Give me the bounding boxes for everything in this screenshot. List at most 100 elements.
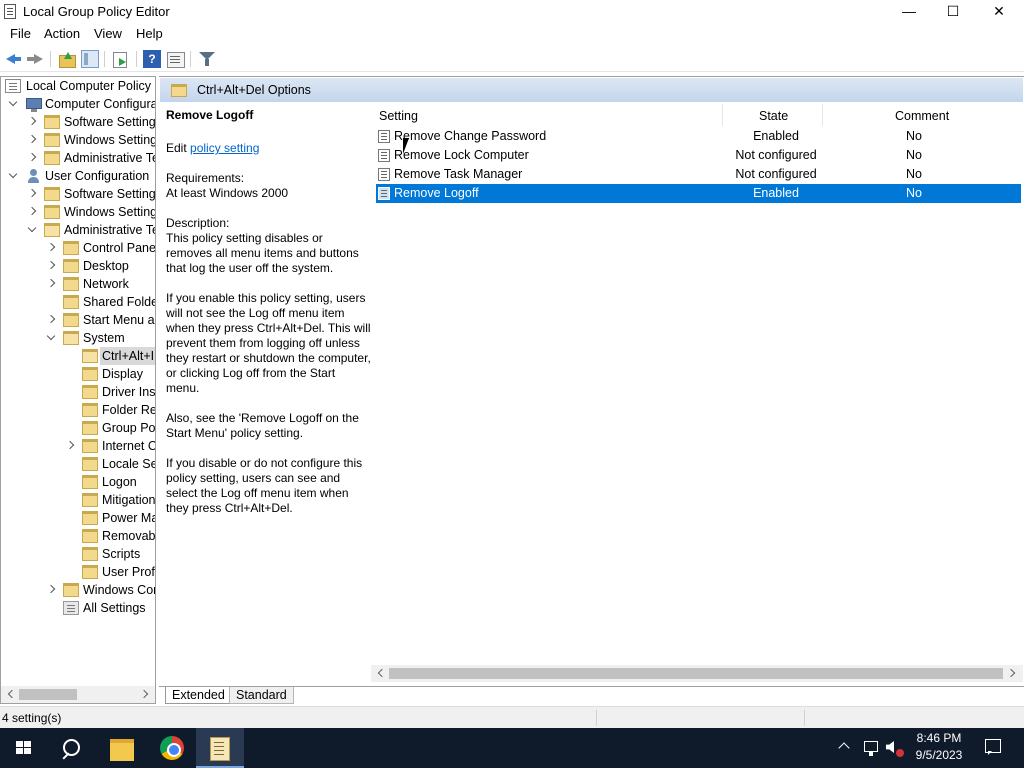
scroll-left-icon[interactable] (7, 690, 15, 698)
tree-item[interactable]: Power Ma (1, 509, 155, 527)
column-header-comment[interactable]: Comment (895, 105, 949, 127)
search-icon[interactable] (0, 728, 80, 768)
forward-icon[interactable] (26, 50, 44, 68)
show-hide-tree-icon[interactable] (81, 50, 99, 68)
menu-action[interactable]: Action (44, 26, 80, 41)
folder-icon (82, 403, 98, 417)
setting-row[interactable]: Remove Change Password Enabled No (376, 127, 1021, 146)
tree-item[interactable]: Windows Cor (1, 581, 155, 599)
up-one-level-icon[interactable] (58, 50, 76, 68)
expand-chevron-icon[interactable] (28, 136, 36, 144)
column-header-setting[interactable]: Setting (379, 105, 418, 127)
settings-list[interactable]: Setting State Comment Remove Change Pass… (371, 102, 1023, 682)
tree-item[interactable]: Folder Rec (1, 401, 155, 419)
collapse-chevron-icon[interactable] (9, 172, 17, 180)
tree-item[interactable]: Administrative Te (1, 149, 155, 167)
tree-item[interactable]: User Profi (1, 563, 155, 581)
help-icon[interactable]: ? (143, 50, 161, 68)
tree-item[interactable]: Local Computer Policy (1, 77, 155, 95)
menu-view[interactable]: View (94, 26, 122, 41)
tree-item[interactable]: Windows Setting (1, 131, 155, 149)
toolbar-separator (50, 51, 51, 67)
column-header-state[interactable]: State (759, 105, 788, 127)
expand-chevron-icon[interactable] (47, 316, 55, 324)
edit-policy-setting-link[interactable]: policy setting (190, 141, 259, 155)
tree-item[interactable]: Ctrl+Alt+I (1, 347, 155, 365)
export-list-icon[interactable] (111, 50, 129, 68)
expand-chevron-icon[interactable] (47, 280, 55, 288)
tree-item[interactable]: Administrative Te (1, 221, 155, 239)
scroll-thumb[interactable] (389, 668, 1003, 679)
folder-icon (63, 241, 79, 255)
scroll-right-icon[interactable] (1008, 669, 1016, 677)
tree-item[interactable]: Windows Setting (1, 203, 155, 221)
setting-row[interactable]: Remove Lock Computer Not configured No (376, 146, 1021, 165)
tree-item[interactable]: Shared Folder (1, 293, 155, 311)
expand-chevron-icon[interactable] (66, 442, 74, 450)
folder-icon (171, 84, 187, 97)
folder-icon (44, 133, 60, 147)
notifications-icon[interactable] (985, 739, 1001, 755)
close-button[interactable]: ✕ (976, 0, 1022, 24)
description-panel: Remove Logoff Edit policy setting Requir… (159, 102, 371, 682)
network-icon[interactable] (864, 741, 878, 756)
expand-chevron-icon[interactable] (28, 208, 36, 216)
scroll-thumb[interactable] (19, 689, 77, 700)
setting-state: Enabled (753, 186, 799, 200)
tree-horizontal-scrollbar[interactable] (1, 686, 155, 703)
taskbar-clock[interactable]: 8:46 PM 9/5/2023 (905, 730, 973, 764)
tree-item[interactable]: Mitigation (1, 491, 155, 509)
collapse-chevron-icon[interactable] (9, 100, 17, 108)
tree-item[interactable]: Control Panel (1, 239, 155, 257)
maximize-button[interactable]: ☐ (930, 0, 976, 24)
menu-file[interactable]: File (10, 26, 31, 41)
column-separator[interactable] (822, 104, 823, 126)
tree-item[interactable]: Desktop (1, 257, 155, 275)
chrome-icon[interactable] (148, 728, 196, 768)
back-icon[interactable] (4, 50, 22, 68)
tree-item[interactable]: Locale Ser (1, 455, 155, 473)
setting-row[interactable]: Remove Logoff Enabled No (376, 184, 1021, 203)
file-explorer-icon[interactable] (98, 728, 146, 768)
menu-help[interactable]: Help (136, 26, 163, 41)
collapse-chevron-icon[interactable] (28, 226, 36, 234)
expand-chevron-icon[interactable] (47, 262, 55, 270)
tree-item[interactable]: Software Settings (1, 113, 155, 131)
tree-item[interactable]: Software Settings (1, 185, 155, 203)
tree-item[interactable]: Removabl (1, 527, 155, 545)
expand-chevron-icon[interactable] (28, 154, 36, 162)
properties-icon[interactable] (166, 50, 185, 68)
minimize-button[interactable]: — (886, 0, 932, 24)
tree-item[interactable]: Driver Inst (1, 383, 155, 401)
setting-row[interactable]: Remove Task Manager Not configured No (376, 165, 1021, 184)
expand-chevron-icon[interactable] (28, 118, 36, 126)
list-horizontal-scrollbar[interactable] (371, 665, 1023, 682)
tree-item[interactable]: All Settings (1, 599, 155, 617)
user-icon (26, 169, 42, 183)
column-separator[interactable] (722, 104, 723, 126)
collapse-chevron-icon[interactable] (47, 334, 55, 342)
tree-item[interactable]: Network (1, 275, 155, 293)
toolbar-separator (190, 51, 191, 67)
tree-pane[interactable]: Local Computer Policy Computer Configura S… (0, 76, 156, 704)
tree-item-label: Ctrl+Alt+I (100, 347, 155, 365)
tree-item[interactable]: System (1, 329, 155, 347)
tab-standard[interactable]: Standard (229, 687, 294, 704)
tree-item[interactable]: Logon (1, 473, 155, 491)
expand-chevron-icon[interactable] (47, 586, 55, 594)
scroll-left-icon[interactable] (377, 669, 385, 677)
expand-chevron-icon[interactable] (47, 244, 55, 252)
tree-item[interactable]: Start Menu ar (1, 311, 155, 329)
filter-icon[interactable] (198, 50, 216, 68)
tree-item[interactable]: User Configuration (1, 167, 155, 185)
gpedit-icon[interactable] (196, 728, 244, 768)
tree-item[interactable]: Internet C (1, 437, 155, 455)
tree-item[interactable]: Computer Configura (1, 95, 155, 113)
scroll-right-icon[interactable] (141, 690, 149, 698)
description-title: Remove Logoff (166, 108, 254, 122)
expand-chevron-icon[interactable] (28, 190, 36, 198)
tab-extended[interactable]: Extended (165, 687, 232, 704)
tree-item[interactable]: Display (1, 365, 155, 383)
tree-item[interactable]: Group Pol (1, 419, 155, 437)
tree-item[interactable]: Scripts (1, 545, 155, 563)
